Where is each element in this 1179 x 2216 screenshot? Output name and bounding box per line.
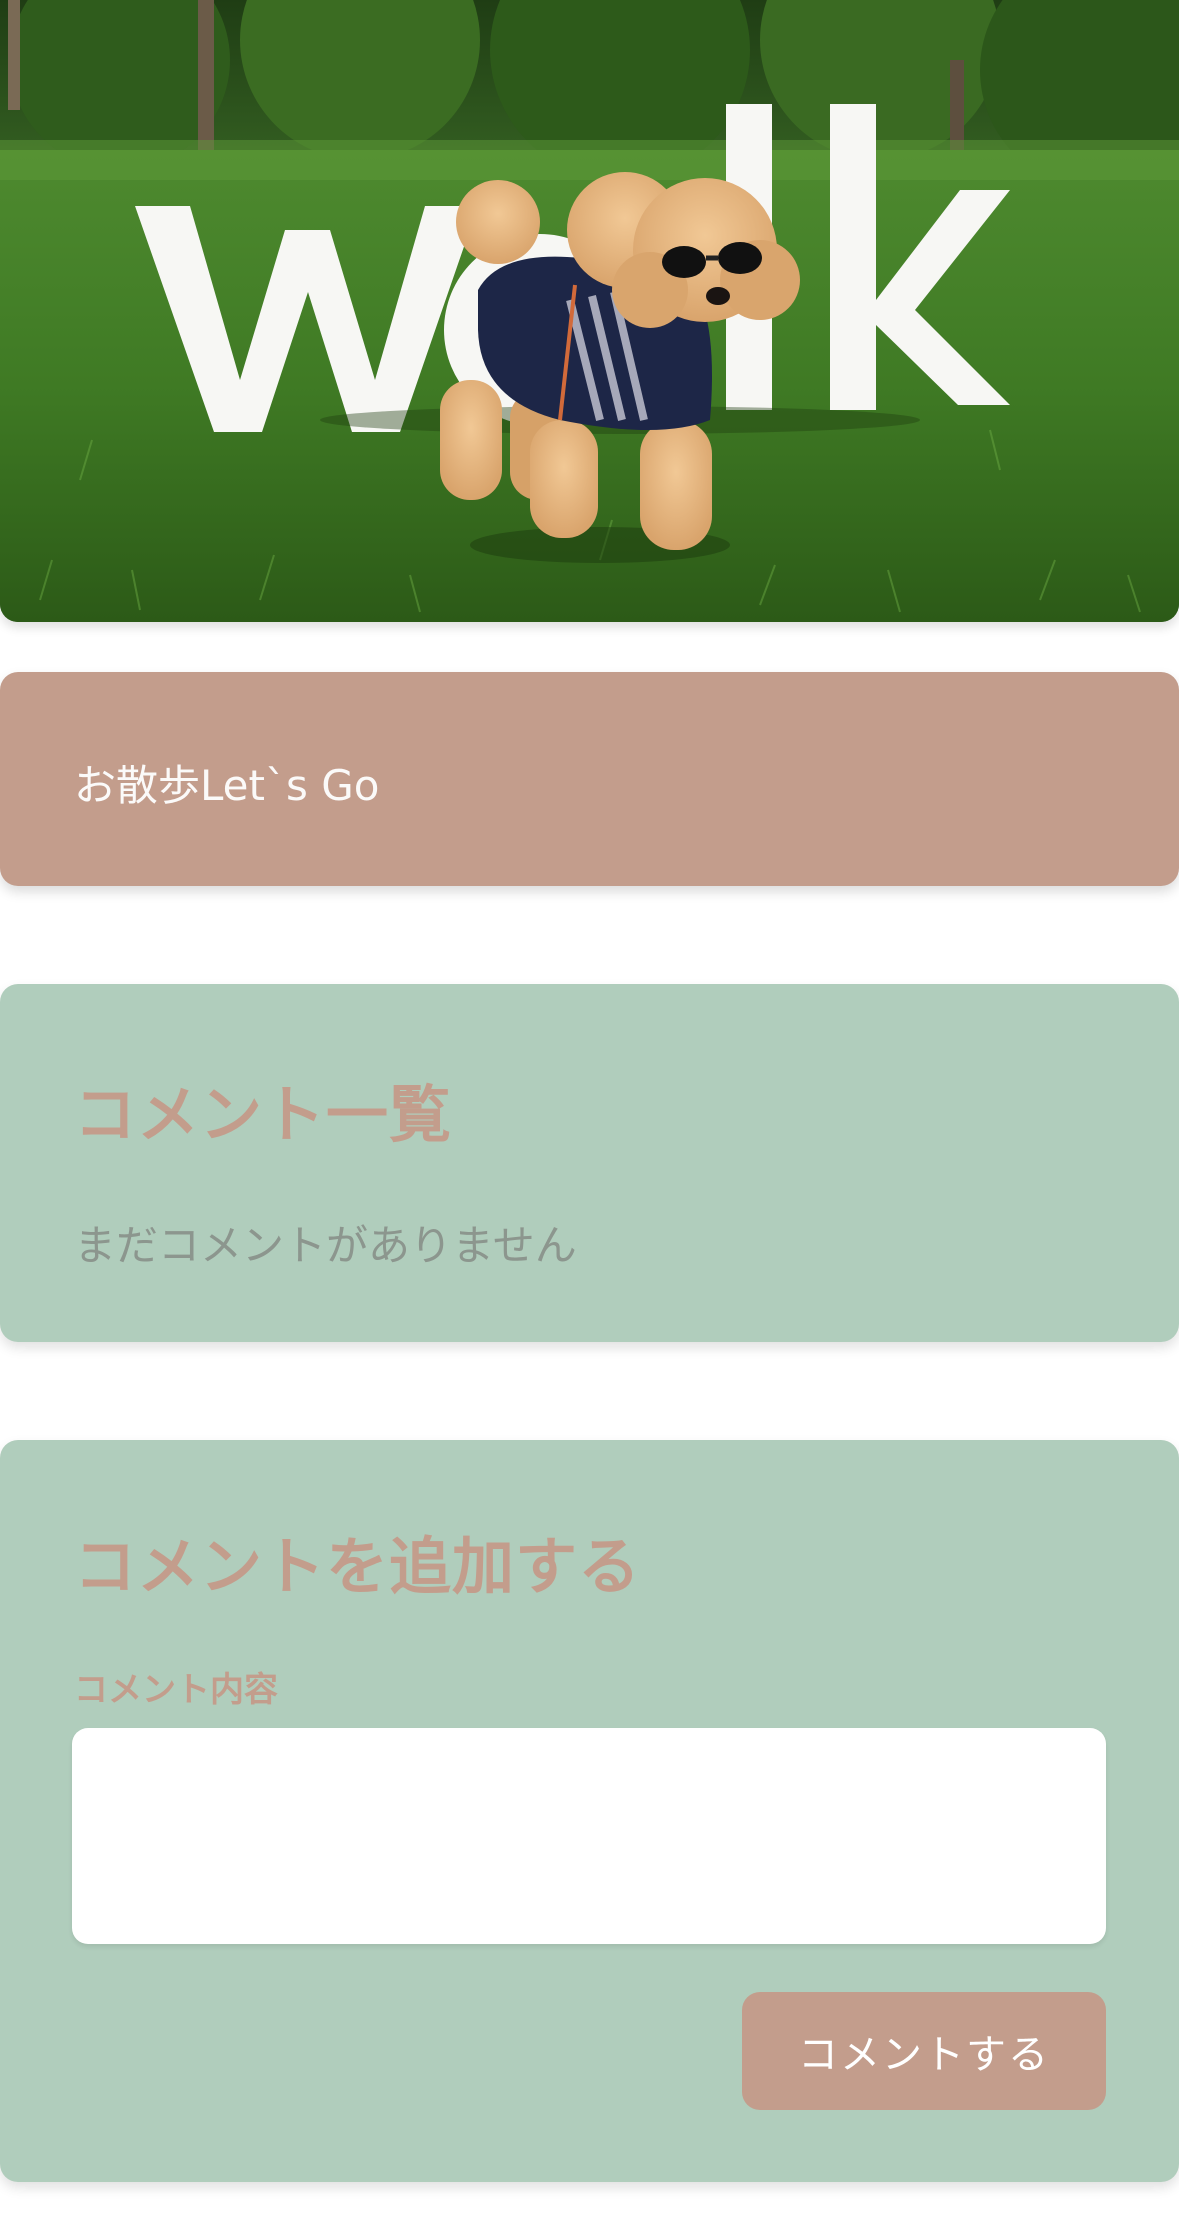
- hero-photo-dog-walk: [0, 0, 1179, 622]
- no-comments-message: まだコメントがありません: [74, 1221, 577, 1270]
- comments-list-card: コメント一覧 まだコメントがありません: [0, 984, 1179, 1342]
- post-card: お散歩Let`s Go: [0, 672, 1179, 886]
- comments-heading: コメント一覧: [74, 1078, 453, 1151]
- add-comment-card: コメントを追加する コメント内容 コメントする: [0, 1440, 1179, 2182]
- page: お散歩Let`s Go コメント一覧 まだコメントがありません コメントを追加す…: [0, 0, 1179, 2216]
- add-comment-heading: コメントを追加する: [74, 1530, 642, 1603]
- post-title: お散歩Let`s Go: [74, 761, 380, 810]
- comment-content-label: コメント内容: [74, 1670, 278, 1710]
- comment-content-input[interactable]: [72, 1728, 1106, 1944]
- submit-comment-button[interactable]: コメントする: [742, 1992, 1106, 2110]
- hero-image: [0, 0, 1179, 622]
